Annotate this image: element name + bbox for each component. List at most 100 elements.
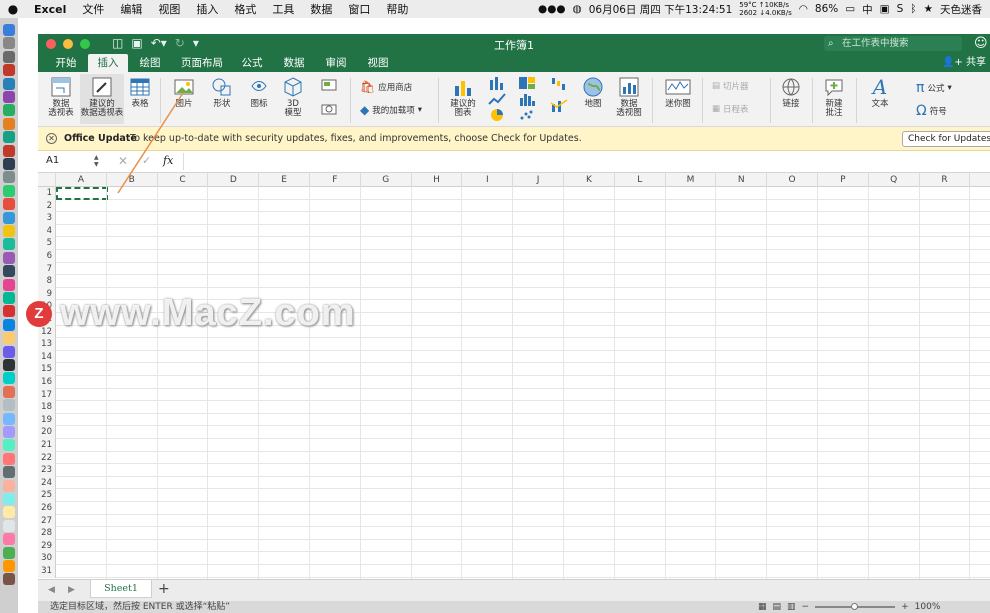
screenshot-more-button[interactable] [316,102,342,118]
row-header[interactable]: 19 [38,413,56,427]
chart-hierarchy-button[interactable] [516,76,538,92]
input-method[interactable]: 中 [862,2,873,17]
dock-app-icon[interactable] [3,251,15,264]
dock-app-icon[interactable] [3,198,15,211]
dock-app-icon[interactable] [3,64,15,77]
column-header[interactable]: B [107,173,158,187]
table-row[interactable]: 27 [38,514,990,528]
table-row[interactable]: 1 [38,187,990,200]
dock-app-icon[interactable] [3,144,15,157]
dock-app-icon[interactable] [3,439,15,452]
apple-menu-icon[interactable]: ● [0,2,26,16]
zoom-in-button[interactable]: + [901,601,909,613]
zoom-slider-knob[interactable] [851,603,859,610]
tab-view[interactable]: 视图 [360,54,396,72]
row-header[interactable]: 22 [38,451,56,465]
dock-app-icon[interactable] [3,37,15,50]
dock-app-icon[interactable] [3,412,15,425]
tab-insert[interactable]: 插入 [88,54,128,72]
column-header[interactable]: E [259,173,310,187]
symbol-button[interactable]: Ω 符号 [916,103,947,119]
tab-page-layout[interactable]: 页面布局 [174,54,230,72]
table-row[interactable]: 3 [38,212,990,225]
row-header[interactable]: 25 [38,489,56,502]
menu-window[interactable]: 窗口 [340,1,378,17]
dock-app-icon[interactable] [3,493,15,505]
worksheet-grid[interactable]: ABCDEFGHIJKLMNOPQR 123456789101112131415… [38,173,990,579]
dock-app-icon[interactable] [3,452,15,465]
row-header[interactable]: 5 [38,237,56,250]
3d-models-button[interactable]: 3D 模型 [278,76,308,118]
row-header[interactable]: 27 [38,514,56,528]
table-row[interactable]: 20 [38,426,990,439]
dock-app-icon[interactable] [3,426,15,438]
dock-app-icon[interactable] [3,385,15,398]
row-header[interactable]: 1 [38,187,56,200]
dock-app-icon[interactable] [3,506,15,519]
icons-button[interactable]: 图标 [244,76,274,109]
bluetooth-icon[interactable]: ᛒ [910,3,916,15]
page-layout-view-icon[interactable]: ▤ [773,601,782,613]
star-icon[interactable]: ★ [924,3,933,15]
row-header[interactable]: 20 [38,426,56,439]
table-row[interactable]: 28 [38,527,990,540]
sheet-tab-sheet1[interactable]: Sheet1 [90,580,152,598]
column-header[interactable]: I [462,173,514,187]
row-header[interactable]: 16 [38,376,56,389]
recommended-charts-button[interactable]: 建议的 图表 [446,76,480,118]
equation-button[interactable]: π 公式 ▾ [916,80,952,96]
pivot-chart-button[interactable]: 数据 透视图 [612,76,646,118]
dock-app-icon[interactable] [3,372,15,385]
table-row[interactable]: 23 [38,464,990,477]
column-header[interactable]: L [615,173,666,187]
column-header[interactable]: Q [869,173,920,187]
dock-app-icon[interactable] [3,278,15,291]
row-header[interactable]: 21 [38,439,56,452]
row-header[interactable]: 4 [38,224,56,238]
recommended-pivot-button[interactable]: 建议的 数据透视表 [80,74,124,124]
column-header[interactable]: M [666,173,717,187]
table-row[interactable]: 8 [38,275,990,288]
dock-app-icon[interactable] [3,345,15,358]
table-row[interactable]: 17 [38,388,990,402]
selected-cell-a1[interactable] [56,187,108,200]
menu-format[interactable]: 格式 [226,1,264,17]
column-header[interactable]: R [920,173,971,187]
chart-combo-button[interactable] [548,98,570,114]
row-header[interactable]: 26 [38,502,56,515]
chart-line-button[interactable] [486,92,508,108]
table-row[interactable]: 21 [38,439,990,452]
zoom-level[interactable]: 100% [915,601,941,613]
dock-app-icon[interactable] [3,225,15,237]
dock-app-icon[interactable] [3,24,15,36]
chart-column-button[interactable] [486,76,508,92]
check-updates-button[interactable]: Check for Updates [902,131,990,147]
dock-app-icon[interactable] [3,305,15,318]
chart-waterfall-button[interactable] [548,76,570,92]
row-header[interactable]: 7 [38,262,56,276]
clock-text[interactable]: 06月06日 周四 下午13:24:51 [589,2,733,17]
column-header[interactable]: F [310,173,361,187]
zoom-slider[interactable] [815,603,896,610]
table-row[interactable]: 18 [38,401,990,414]
row-header[interactable]: 31 [38,565,56,578]
tab-formulas[interactable]: 公式 [234,54,270,72]
menu-app[interactable]: Excel [26,3,74,16]
table-row[interactable]: 7 [38,262,990,276]
column-header[interactable]: N [716,173,768,187]
dock-app-icon[interactable] [3,560,15,572]
link-button[interactable]: 链接 [776,76,806,109]
tab-review[interactable]: 审阅 [318,54,354,72]
feedback-smiley-icon[interactable]: ☺ [974,36,988,51]
app-store-button[interactable]: 🛍 应用商店 [360,80,412,94]
table-row[interactable]: 19 [38,413,990,427]
table-row[interactable]: 5 [38,237,990,250]
tab-draw[interactable]: 绘图 [132,54,168,72]
screen-icon[interactable]: ▣ [880,3,890,15]
pivot-table-button[interactable]: 数据 透视表 [44,76,78,118]
column-header[interactable]: C [158,173,209,187]
table-row[interactable]: 26 [38,502,990,515]
dock-app-icon[interactable] [3,546,15,559]
dock-app-icon[interactable] [3,238,15,251]
dock-app-icon[interactable] [3,332,15,345]
